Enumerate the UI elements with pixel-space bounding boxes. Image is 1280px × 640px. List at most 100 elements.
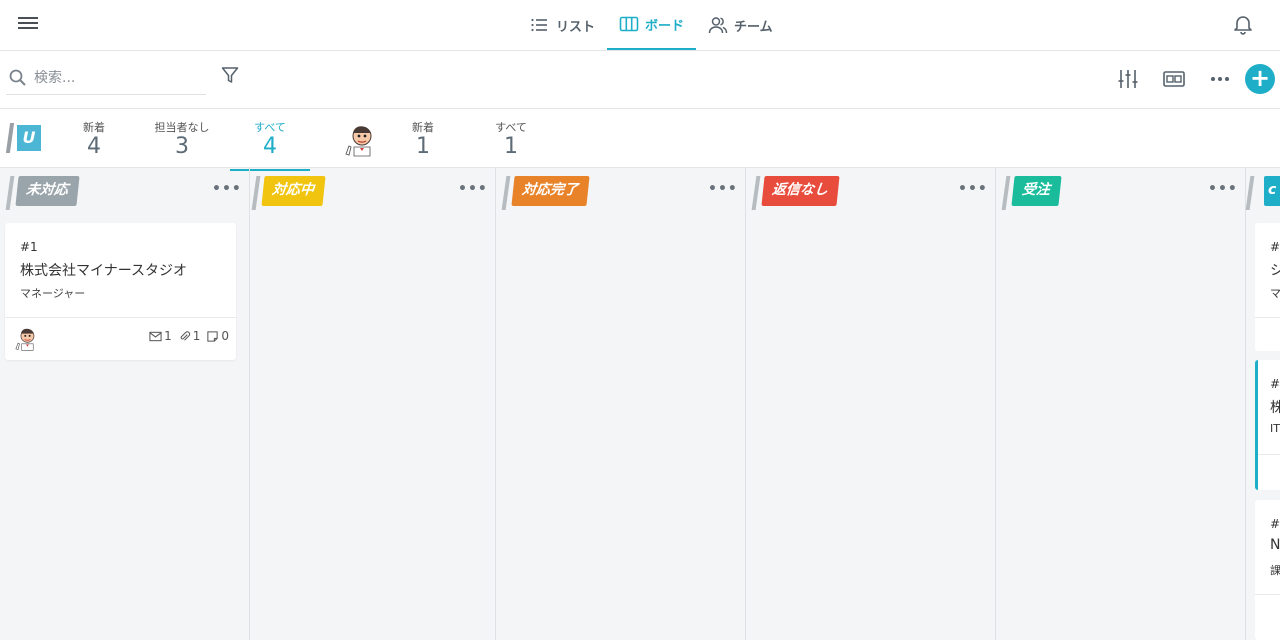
counter-team-unassigned[interactable]: 担当者なし 3 [142, 119, 222, 158]
note-count-value: 0 [221, 329, 229, 343]
partial-column-tag: c [1264, 176, 1280, 206]
column-more-button[interactable]: ••• [458, 182, 488, 196]
kanban-board: 未対応 ••• #1 株式会社マイナースタジオ マネージャー 1 1 0 対応中… [0, 168, 1280, 640]
counter-value: 1 [504, 134, 518, 159]
user-avatar[interactable] [342, 121, 378, 157]
column-tag: 対応完了 [511, 176, 590, 206]
column-bar [1001, 176, 1011, 210]
partial-card-title: N [1270, 537, 1280, 553]
note-icon [207, 330, 219, 342]
counter-label: 担当者なし [154, 121, 210, 134]
card-title: 株式会社マイナースタジオ [20, 263, 188, 279]
mail-icon [149, 331, 162, 341]
card-divider [1255, 317, 1280, 318]
attachment-count-value: 1 [192, 329, 201, 343]
column-bar [251, 176, 261, 210]
card-divider [1258, 454, 1280, 455]
counter-row: U 新着 4 担当者なし 3 すべて 4 新着 1 すべて 1 [0, 109, 1280, 171]
tab-list[interactable]: リスト [518, 0, 607, 50]
counter-personal-all[interactable]: すべて 1 [471, 119, 551, 158]
column-no-reply: 返信なし ••• [746, 168, 996, 640]
counter-value: 4 [263, 134, 277, 159]
card-avatar [15, 328, 35, 351]
tab-board[interactable]: ボード [607, 0, 697, 50]
column-unhandled: 未対応 ••• #1 株式会社マイナースタジオ マネージャー 1 1 0 [0, 168, 250, 640]
partial-card-role: マ [1270, 287, 1280, 300]
search-box [6, 61, 206, 95]
badge-bar [5, 123, 15, 153]
column-in-progress: 対応中 ••• [246, 168, 496, 640]
partial-card-role: 課 [1270, 564, 1280, 577]
column-more-button[interactable]: ••• [708, 182, 738, 196]
counter-label: 新着 [412, 121, 434, 134]
partial-card-role: IT [1270, 422, 1280, 435]
counter-label: すべて [495, 121, 527, 134]
add-button[interactable]: + [1245, 64, 1275, 94]
column-bar [5, 176, 15, 210]
card-meta: 1 1 0 [149, 329, 229, 343]
partial-column-tag-text: c [1268, 182, 1277, 198]
partial-card-id: # [1270, 377, 1280, 391]
column-won: 受注 ••• [996, 168, 1246, 640]
tab-list-label: リスト [556, 19, 596, 35]
partial-card[interactable]: # N 課 [1255, 500, 1280, 640]
partial-card-title: シ [1270, 263, 1280, 279]
menu-icon[interactable] [18, 14, 38, 34]
column-tag: 未対応 [15, 176, 80, 206]
column-header: 未対応 ••• [5, 176, 244, 210]
counter-label: すべて [254, 121, 286, 134]
column-bar [501, 176, 511, 210]
partial-card[interactable]: # シ マ [1255, 223, 1280, 351]
card-role: マネージャー [20, 287, 86, 300]
column-header: 対応中 ••• [251, 176, 490, 210]
partial-card-title: 株 [1270, 397, 1280, 417]
counter-team-all[interactable]: すべて 4 [230, 119, 310, 171]
column-header: 返信なし ••• [751, 176, 990, 210]
column-tag: 返信なし [761, 176, 840, 206]
top-nav: リスト ボード チーム [0, 0, 1280, 51]
mail-count: 1 [149, 329, 172, 343]
column-more-button[interactable]: ••• [212, 182, 242, 196]
card-view-icon[interactable] [1162, 67, 1186, 91]
list-icon [531, 18, 547, 32]
search-icon [9, 69, 26, 86]
tab-team[interactable]: チーム [696, 0, 785, 50]
filter-icon[interactable] [220, 65, 240, 85]
counter-value: 4 [87, 134, 101, 159]
column-more-button[interactable]: ••• [958, 182, 988, 196]
bell-icon[interactable] [1231, 12, 1255, 36]
paperclip-icon [180, 330, 190, 341]
tab-board-label: ボード [645, 18, 685, 34]
attachment-count: 1 [178, 329, 201, 343]
mail-count-value: 1 [164, 329, 172, 343]
partial-card-id: # [1270, 240, 1280, 254]
column-header: 受注 ••• [1001, 176, 1240, 210]
column-more-button[interactable]: ••• [1208, 182, 1238, 196]
board-icon [619, 16, 639, 32]
sliders-icon[interactable] [1116, 67, 1140, 91]
counter-team-new[interactable]: 新着 4 [54, 119, 134, 158]
search-input[interactable] [34, 69, 194, 86]
team-icon [708, 17, 728, 34]
tab-team-label: チーム [734, 19, 773, 35]
partial-card[interactable]: # 株 IT [1255, 360, 1280, 490]
view-tabs: リスト ボード チーム [518, 0, 785, 50]
counter-value: 3 [175, 134, 189, 159]
deal-card[interactable]: #1 株式会社マイナースタジオ マネージャー 1 1 0 [5, 223, 236, 360]
toolbar: + [0, 51, 1280, 109]
column-bar [751, 176, 761, 210]
partial-card-id: # [1270, 517, 1280, 531]
more-options-icon[interactable] [1208, 67, 1232, 91]
counter-label: 新着 [83, 121, 105, 134]
column-tag: 受注 [1011, 176, 1062, 206]
counter-personal-new[interactable]: 新着 1 [383, 119, 463, 158]
card-divider [1255, 594, 1280, 595]
note-count: 0 [206, 329, 229, 343]
partial-column-bar [1245, 176, 1255, 210]
column-tag: 対応中 [261, 176, 326, 206]
team-badge: U [5, 123, 44, 153]
counter-value: 1 [416, 134, 430, 159]
card-id: #1 [20, 240, 38, 254]
column-header: 対応完了 ••• [501, 176, 740, 210]
card-divider [5, 317, 236, 318]
